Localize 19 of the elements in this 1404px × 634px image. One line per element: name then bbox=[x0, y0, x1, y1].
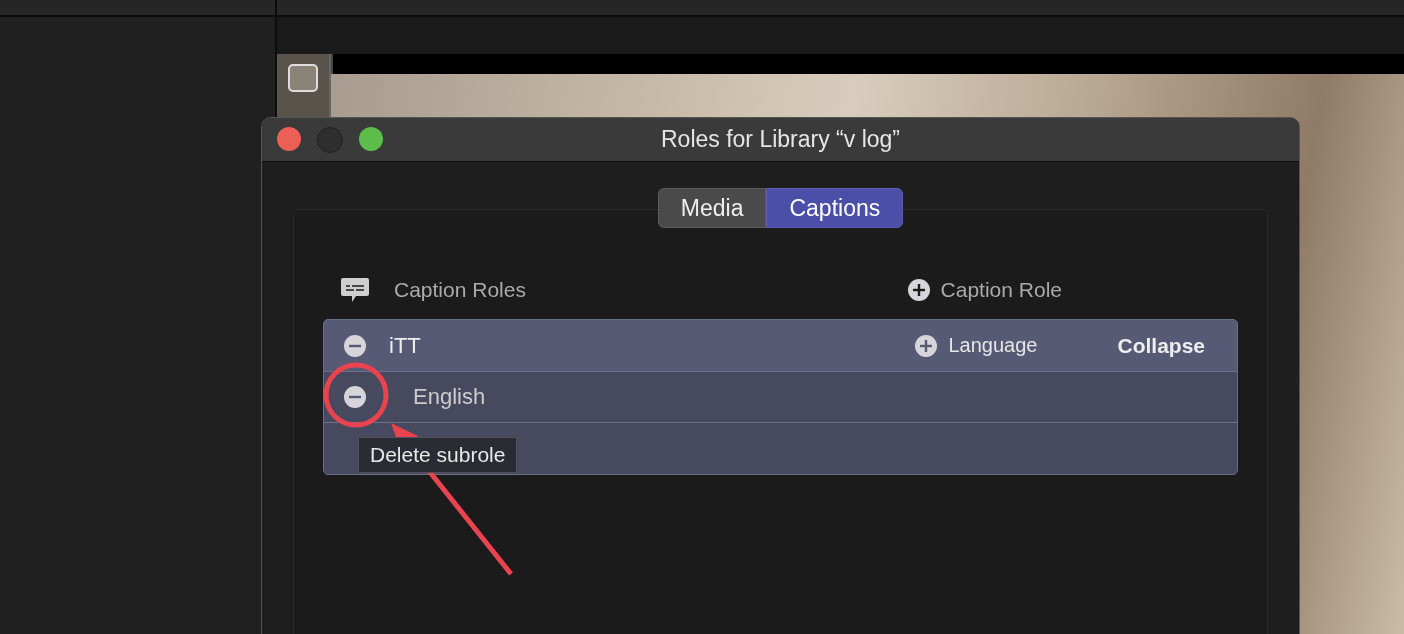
add-caption-role-label[interactable]: Caption Role bbox=[940, 278, 1062, 302]
zoom-window-button[interactable] bbox=[359, 126, 383, 151]
minus-circle-icon[interactable] bbox=[344, 386, 366, 408]
minus-circle-icon[interactable] bbox=[344, 334, 366, 357]
section-title: Caption Roles bbox=[394, 278, 526, 302]
segment-tab[interactable]: Media bbox=[657, 188, 767, 228]
rounded-square-icon bbox=[288, 64, 318, 92]
annotation-circle bbox=[323, 362, 389, 428]
tooltip: Delete subrole bbox=[358, 437, 518, 473]
caption-bubble-icon bbox=[340, 276, 370, 304]
close-window-button[interactable] bbox=[277, 126, 301, 151]
subrole-row[interactable]: English bbox=[324, 371, 1237, 422]
collapse-button[interactable]: Collapse bbox=[1117, 333, 1205, 358]
subrole-name: English bbox=[413, 384, 486, 410]
plus-circle-icon[interactable] bbox=[907, 279, 930, 301]
segment-tab[interactable]: Captions bbox=[766, 188, 904, 228]
add-language-label[interactable]: Language bbox=[948, 334, 1038, 357]
window-title: Roles for Library “v log” bbox=[661, 126, 900, 152]
role-name: iTT bbox=[389, 332, 421, 359]
